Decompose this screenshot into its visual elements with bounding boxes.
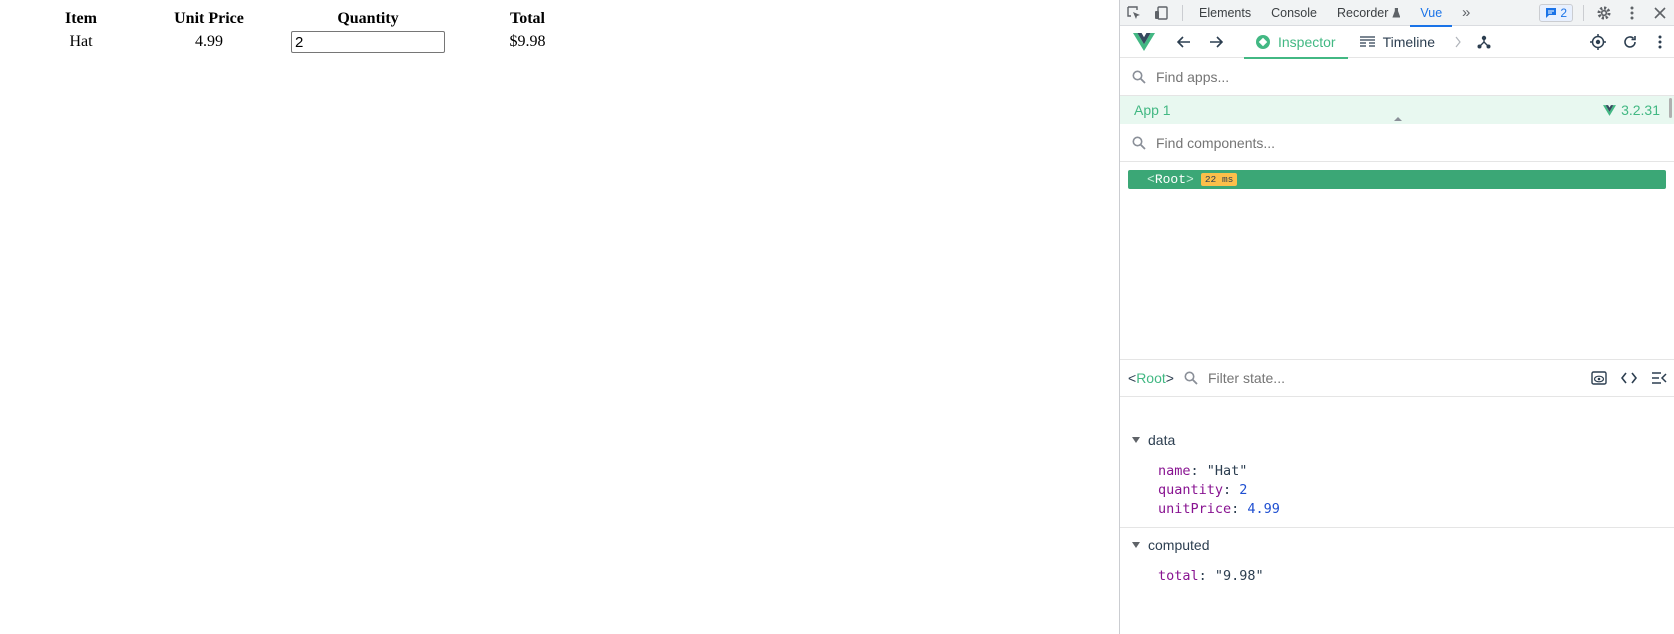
tab-inspector[interactable]: Inspector [1244,26,1348,59]
refresh-icon[interactable] [1614,26,1646,58]
cell-quantity [291,30,445,54]
toolbar-separator-2 [1583,4,1584,21]
header-item: Item [65,10,97,27]
cell-total: $9.98 [509,33,546,50]
vue-logo-icon[interactable] [1120,26,1168,58]
prop-value: 2 [1239,481,1248,498]
timeline-icon [1359,35,1375,47]
header-total: Total [510,10,545,27]
devtools-tabbar: Elements Console Recorder Vue » 2 [1120,0,1674,27]
tab-timeline-label: Timeline [1382,33,1435,50]
close-icon[interactable] [1646,0,1674,26]
component-tree: <Root> 22 ms [1120,162,1674,362]
tab-recorder-label: Recorder [1336,5,1389,20]
compass-icon [1256,34,1270,49]
data-section-label: data [1148,432,1176,448]
forward-arrow-icon[interactable] [1200,26,1232,58]
render-time-badge: 22 ms [1200,173,1238,186]
state-prop-total[interactable]: total: "9.98" [1120,566,1674,585]
tab-timeline[interactable]: Timeline [1348,26,1447,58]
tab-elements[interactable]: Elements [1189,0,1261,26]
prop-value: "Hat" [1206,462,1248,479]
quantity-input[interactable] [291,31,445,53]
root-node-label: <Root> [1147,172,1194,187]
find-apps-row [1120,58,1674,96]
header-unit-price: Unit Price [174,10,244,27]
header-quantity: Quantity [337,10,399,27]
issues-badge[interactable]: 2 [1539,3,1573,22]
triangle-down-icon [1132,542,1140,548]
prop-value: "9.98" [1214,567,1264,584]
app-version-label: 3.2.31 [1621,102,1660,118]
tab-inspector-label: Inspector [1278,33,1336,50]
state-prop-name[interactable]: name: "Hat" [1120,461,1674,480]
more-tabs-icon[interactable]: » [1452,0,1480,26]
inspect-element-icon[interactable] [1120,0,1148,26]
collapse-caret-icon[interactable] [1394,116,1402,121]
tree-node-root[interactable]: <Root> 22 ms [1128,170,1666,189]
state-prop-quantity[interactable]: quantity: 2 [1120,480,1674,499]
data-section-toggle[interactable]: data [1120,427,1674,453]
find-components-input[interactable] [1154,133,1554,152]
table-row: Hat 4.99 $9.98 [35,30,610,54]
tab-recorder[interactable]: Recorder [1327,0,1410,26]
eye-icon[interactable] [1584,363,1614,393]
flask-icon [1392,7,1401,18]
vue-toolbar: Inspector Timeline [1120,26,1674,59]
table-header-row: Item Unit Price Quantity Total [35,8,610,30]
selected-component-label: <Root> [1128,370,1174,386]
back-arrow-icon[interactable] [1168,26,1200,58]
target-icon[interactable] [1582,26,1614,58]
tab-vue[interactable]: Vue [1410,0,1452,27]
computed-section-label: computed [1148,537,1210,553]
find-apps-input[interactable] [1154,67,1554,86]
device-toolbar-icon[interactable] [1148,0,1176,26]
search-icon [1132,70,1146,84]
state-header: <Root> [1120,359,1674,397]
component-tree-icon[interactable] [1469,26,1499,58]
cell-item: Hat [69,33,93,50]
settings-gear-icon[interactable] [1590,0,1618,26]
computed-section-toggle[interactable]: computed [1120,532,1674,558]
collapse-icon[interactable] [1644,363,1674,393]
page-viewport: Item Unit Price Quantity Total Hat 4.99 … [0,0,1119,634]
data-section: data name: "Hat" quantity: 2 unitPrice: … [1120,427,1674,518]
state-prop-unit-price[interactable]: unitPrice: 4.99 [1120,499,1674,518]
scrollbar[interactable] [1669,98,1672,118]
tab-console[interactable]: Console [1261,0,1327,26]
filter-state-input[interactable] [1205,369,1486,387]
section-divider [1120,527,1674,528]
app-name: App 1 [1134,102,1171,118]
issues-icon [1546,7,1557,18]
vue-logo-small-icon [1603,104,1617,116]
kebab-menu-icon[interactable] [1618,0,1646,26]
triangle-down-icon [1132,437,1140,443]
vue-menu-icon[interactable] [1646,26,1674,58]
chevron-right-icon [1447,26,1469,58]
app-row[interactable]: App 1 3.2.31 [1120,96,1674,124]
find-components-row [1120,124,1674,162]
prop-value: 4.99 [1247,500,1280,517]
computed-section: computed total: "9.98" [1120,532,1674,585]
cart-table: Item Unit Price Quantity Total Hat 4.99 … [35,8,610,54]
issues-count: 2 [1560,5,1567,20]
cell-unit-price: 4.99 [195,33,223,50]
app-version: 3.2.31 [1603,102,1660,118]
code-icon[interactable] [1614,363,1644,393]
search-icon [1132,136,1146,150]
toolbar-separator [1182,4,1183,21]
devtools-panel: Elements Console Recorder Vue » 2 Inspec… [1119,0,1674,634]
search-icon [1184,371,1198,385]
